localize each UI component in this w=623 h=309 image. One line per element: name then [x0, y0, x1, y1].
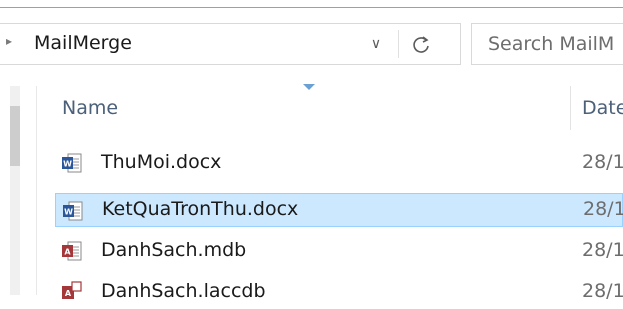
column-divider[interactable]	[570, 86, 571, 130]
file-name[interactable]: KetQuaTronThu.docx	[102, 198, 298, 220]
address-path[interactable]: MailMerge	[34, 32, 132, 54]
svg-text:W: W	[63, 160, 72, 169]
file-row-selected[interactable]: W KetQuaTronThu.docx 28/1	[55, 193, 623, 227]
file-row[interactable]: A DanhSach.laccdb 28/1	[55, 275, 623, 309]
word-doc-icon: W	[62, 200, 84, 222]
pane-divider[interactable]	[36, 86, 37, 295]
address-dropdown-icon[interactable]: ∨	[366, 34, 386, 54]
column-header-date[interactable]: Date	[582, 97, 623, 119]
address-bar[interactable]: ▸ MailMerge ∨	[0, 23, 461, 65]
access-db-icon: A	[61, 240, 83, 262]
file-name[interactable]: DanhSach.laccdb	[101, 280, 266, 302]
search-box[interactable]: Search MailM	[471, 23, 623, 65]
file-name[interactable]: DanhSach.mdb	[101, 239, 246, 261]
breadcrumb-chevron-icon[interactable]: ▸	[6, 34, 12, 48]
file-row[interactable]: A DanhSach.mdb 28/1	[55, 234, 623, 268]
column-header-name[interactable]: Name	[62, 97, 118, 119]
word-doc-icon: W	[61, 152, 83, 174]
navigation-scrollbar-thumb[interactable]	[10, 106, 20, 166]
window-top-border	[0, 7, 623, 10]
access-lock-icon: A	[61, 281, 83, 303]
address-separator	[398, 30, 399, 58]
search-input[interactable]: Search MailM	[488, 33, 614, 55]
file-date: 28/1	[582, 239, 623, 261]
svg-text:A: A	[64, 248, 71, 257]
file-date: 28/1	[582, 280, 623, 302]
file-name[interactable]: ThuMoi.docx	[101, 151, 221, 173]
svg-text:W: W	[64, 208, 73, 217]
file-date: 28/1	[582, 151, 623, 173]
file-date: 28/1	[583, 198, 623, 220]
file-row[interactable]: W ThuMoi.docx 28/1	[55, 146, 623, 180]
sort-indicator-icon	[303, 84, 315, 90]
svg-text:A: A	[65, 289, 72, 298]
refresh-icon[interactable]	[408, 31, 436, 59]
